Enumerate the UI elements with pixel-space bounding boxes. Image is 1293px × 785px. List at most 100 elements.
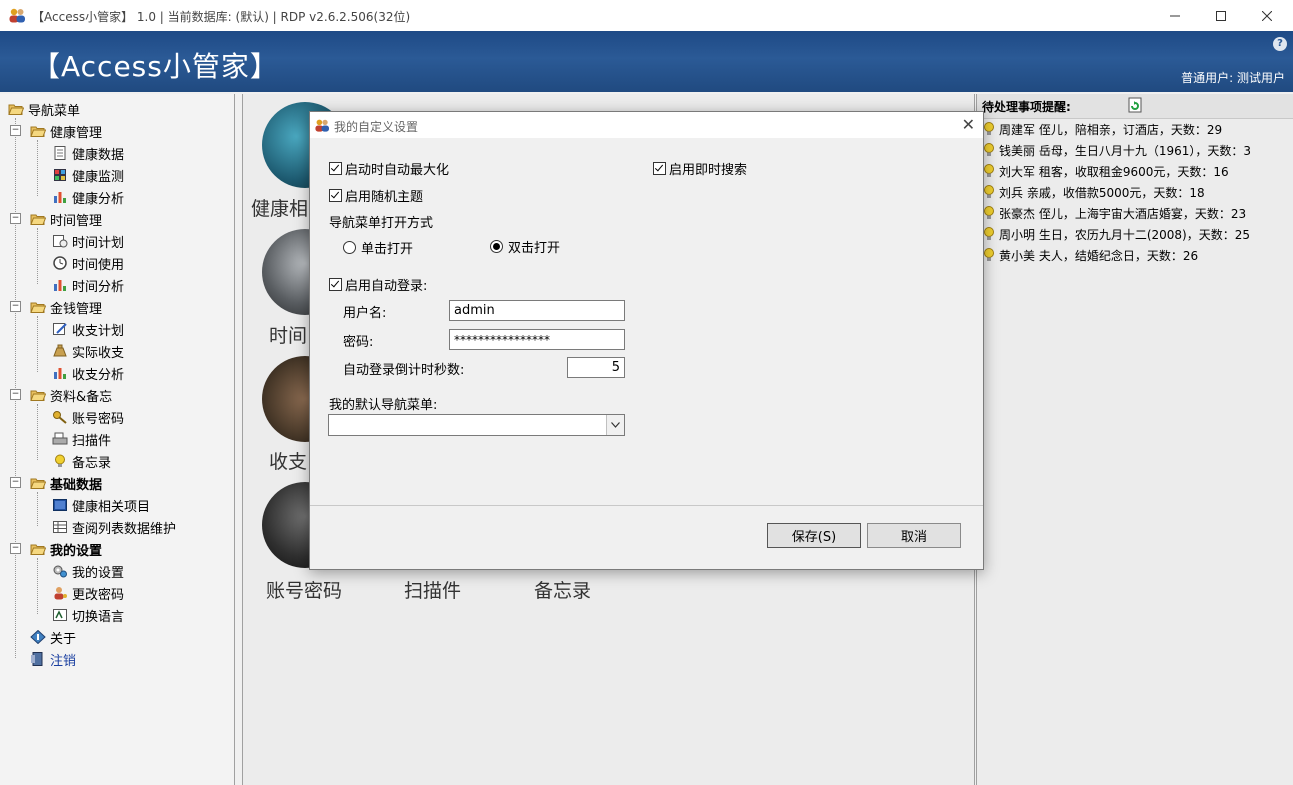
- reminder-item[interactable]: 周小明 生日，农历九月十二(2008)，天数：25: [983, 224, 1250, 244]
- nav-group-base[interactable]: 基础数据: [30, 472, 102, 494]
- double-click-radio[interactable]: 双击打开: [490, 237, 560, 256]
- nav-group-memo[interactable]: 资料&备忘: [30, 384, 112, 406]
- maximize-icon: [1216, 10, 1226, 21]
- instant-search-checkbox[interactable]: 启用即时搜索: [653, 159, 747, 178]
- lightbulb-icon: [984, 227, 994, 240]
- reminder-item[interactable]: 张豪杰 侄儿，上海宇宙大酒店婚宴，天数：23: [983, 203, 1246, 223]
- nav-open-mode-label: 导航菜单打开方式: [329, 216, 434, 231]
- nav-item-budget-analysis[interactable]: 收支分析: [52, 362, 124, 384]
- dialog-separator: [310, 505, 983, 506]
- expander-health[interactable]: −: [10, 125, 21, 136]
- nav-group-health[interactable]: 健康管理: [30, 120, 102, 142]
- folder-open-icon: [30, 478, 46, 489]
- nav-item-accounts[interactable]: 账号密码: [52, 406, 124, 428]
- folder-open-icon: [30, 390, 46, 401]
- dialog-titlebar: 我的自定义设置 ✕: [310, 112, 983, 138]
- nav-item-my-settings[interactable]: 我的设置: [52, 560, 124, 582]
- grid-chart-icon: [54, 169, 66, 181]
- reminder-item[interactable]: 黄小美 夫人，结婚纪念日，天数：26: [983, 245, 1198, 265]
- tile-time-label[interactable]: 时间: [269, 321, 307, 348]
- expander-time[interactable]: −: [10, 213, 21, 224]
- nav-item-language[interactable]: 切换语言: [52, 604, 124, 626]
- table-icon: [53, 521, 67, 533]
- auto-login-checkbox[interactable]: 启用自动登录:: [329, 275, 427, 294]
- password-input[interactable]: ****************: [449, 329, 625, 350]
- nav-item-health-data[interactable]: 健康数据: [52, 142, 124, 164]
- random-theme-checkbox[interactable]: 启用随机主题: [329, 186, 423, 205]
- app-brand: 【Access小管家】: [32, 50, 279, 83]
- close-window-button[interactable]: [1244, 0, 1290, 31]
- exit-door-icon: [31, 652, 43, 666]
- maximize-on-start-checkbox[interactable]: 启动时自动最大化: [329, 159, 449, 178]
- cancel-button[interactable]: 取消: [867, 523, 961, 548]
- dialog-close-button[interactable]: ✕: [962, 115, 975, 134]
- minimize-icon: [1170, 15, 1180, 16]
- reminders-panel: 待处理事项提醒: 周建军 侄儿，陪相亲，订酒店，天数：29 钱美丽 岳母，生日八…: [976, 94, 1293, 785]
- nav-item-budget-plan[interactable]: 收支计划: [52, 318, 124, 340]
- default-nav-label: 我的默认导航菜单:: [329, 398, 438, 413]
- reminders-title: 待处理事项提醒:: [982, 100, 1071, 114]
- edit-document-icon: [53, 323, 67, 335]
- expander-settings[interactable]: −: [10, 543, 21, 554]
- nav-item-time-plan[interactable]: 时间计划: [52, 230, 124, 252]
- reminder-item[interactable]: 钱美丽 岳母，生日八月十九（1961），天数：3: [983, 140, 1251, 160]
- close-icon: [1262, 10, 1272, 21]
- lightbulb-icon: [984, 164, 994, 177]
- countdown-input[interactable]: 5: [567, 357, 625, 378]
- help-icon[interactable]: ?: [1273, 37, 1287, 51]
- tile-health-label[interactable]: 健康相: [251, 194, 308, 221]
- tile-scans-label[interactable]: 扫描件: [404, 576, 461, 603]
- nav-item-health-analysis[interactable]: 健康分析: [52, 186, 124, 208]
- username-input[interactable]: admin: [449, 300, 625, 321]
- tile-accounts-label[interactable]: 账号密码: [266, 576, 342, 603]
- nav-item-time-analysis[interactable]: 时间分析: [52, 274, 124, 296]
- nav-item-time-usage[interactable]: 时间使用: [52, 252, 124, 274]
- reminders-header: 待处理事项提醒:: [977, 94, 1293, 119]
- nav-logout[interactable]: 注销: [30, 648, 76, 670]
- nav-item-actual-budget[interactable]: 实际收支: [52, 340, 124, 362]
- nav-item-scans[interactable]: 扫描件: [52, 428, 111, 450]
- language-icon: [53, 609, 67, 621]
- nav-about[interactable]: 关于: [30, 626, 76, 648]
- nav-root[interactable]: 导航菜单: [8, 98, 80, 120]
- user-key-icon: [54, 587, 67, 600]
- expander-base[interactable]: −: [10, 477, 21, 488]
- save-button[interactable]: 保存(S): [767, 523, 861, 548]
- current-user: 普通用户: 测试用户: [1181, 71, 1285, 85]
- nav-item-change-password[interactable]: 更改密码: [52, 582, 124, 604]
- expander-memo[interactable]: −: [10, 389, 21, 400]
- nav-item-health-monitor[interactable]: 健康监测: [52, 164, 124, 186]
- nav-item-notes[interactable]: 备忘录: [52, 450, 111, 472]
- nav-item-lookup-lists[interactable]: 查阅列表数据维护: [52, 516, 176, 538]
- nav-item-health-items[interactable]: 健康相关项目: [52, 494, 150, 516]
- expander-money[interactable]: −: [10, 301, 21, 312]
- window-title: 【Access小管家】 1.0 | 当前数据库: (默认) | RDP v2.6…: [32, 10, 411, 24]
- document-icon: [54, 146, 66, 160]
- reminder-item[interactable]: 周建军 侄儿，陪相亲，订酒店，天数：29: [983, 119, 1222, 139]
- nav-group-money[interactable]: 金钱管理: [30, 296, 102, 318]
- single-click-radio[interactable]: 单击打开: [343, 238, 413, 257]
- dialog-title: 我的自定义设置: [334, 120, 419, 134]
- reminder-item[interactable]: 刘大军 租客，收取租金9600元，天数：16: [983, 161, 1229, 181]
- lightbulb-icon: [984, 122, 994, 135]
- lightbulb-icon: [984, 143, 994, 156]
- radio-selected-icon: [490, 240, 503, 253]
- refresh-icon[interactable]: [1128, 97, 1142, 113]
- lightbulb-icon: [55, 454, 65, 467]
- folder-open-icon: [30, 126, 46, 137]
- tile-notes-label[interactable]: 备忘录: [534, 576, 591, 603]
- bar-chart-icon: [54, 280, 66, 291]
- checkbox-checked-icon: [329, 278, 342, 291]
- nav-group-settings[interactable]: 我的设置: [30, 538, 102, 560]
- folder-open-icon: [30, 544, 46, 555]
- chevron-down-icon[interactable]: [606, 415, 624, 435]
- maximize-button[interactable]: [1198, 0, 1244, 31]
- tile-budget-label[interactable]: 收支: [269, 447, 307, 474]
- default-nav-select[interactable]: [328, 414, 625, 436]
- minimize-button[interactable]: [1152, 0, 1198, 31]
- form-icon: [53, 499, 67, 511]
- bar-chart-icon: [54, 192, 66, 203]
- users-icon: [315, 119, 329, 132]
- reminder-item[interactable]: 刘兵 亲戚，收借款5000元，天数：18: [983, 182, 1205, 202]
- nav-group-time[interactable]: 时间管理: [30, 208, 102, 230]
